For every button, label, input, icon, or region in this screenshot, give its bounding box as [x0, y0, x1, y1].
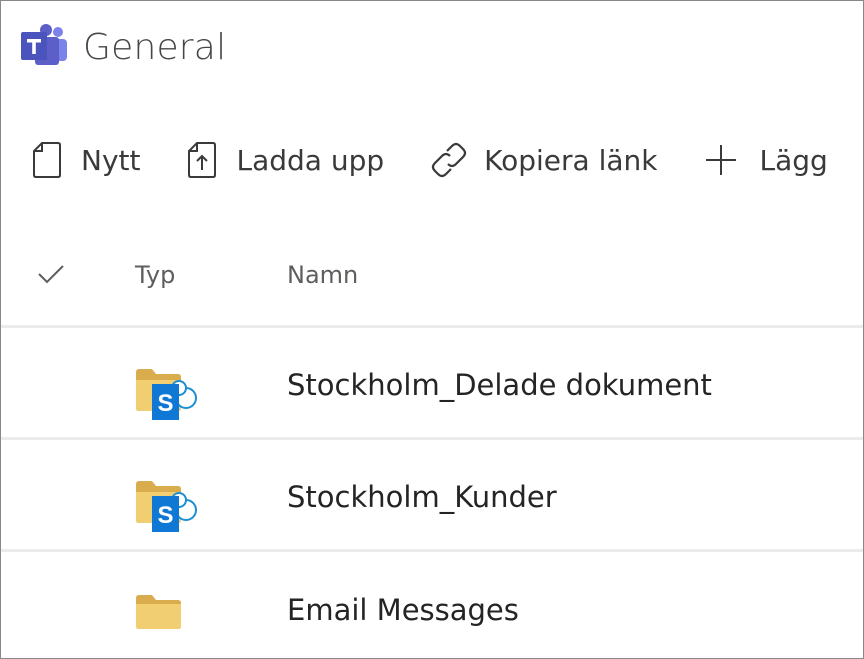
item-name[interactable]: Stockholm_Kunder — [287, 480, 557, 514]
folder-icon — [136, 595, 181, 629]
item-name[interactable]: Stockholm_Delade dokument — [287, 368, 712, 402]
link-icon — [430, 140, 468, 180]
channel-header: General — [19, 21, 226, 73]
list-item[interactable]: S Stockholm_Delade dokument — [1, 328, 863, 436]
copy-link-button-label: Kopiera länk — [484, 143, 658, 177]
column-header-row: Typ Namn — [1, 249, 863, 303]
svg-text:S: S — [157, 502, 173, 529]
upload-button[interactable]: Ladda upp — [186, 140, 384, 180]
add-button-label: Lägg — [759, 143, 828, 177]
sharepoint-folder-icon: S — [136, 369, 197, 420]
page-title: General — [83, 26, 227, 68]
upload-icon — [186, 140, 218, 180]
item-name[interactable]: Email Messages — [287, 593, 519, 627]
plus-icon — [704, 140, 738, 180]
command-bar: Nytt Ladda upp Kopiera länk Lägg — [31, 137, 863, 183]
new-button[interactable]: Nytt — [31, 140, 140, 180]
sharepoint-folder-icon: S — [136, 481, 197, 532]
upload-button-label: Ladda upp — [236, 143, 385, 177]
select-all-checkmark-icon[interactable] — [37, 263, 65, 285]
new-button-label: Nytt — [81, 143, 141, 177]
files-pane: General Nytt Ladda upp Kopiera länk Lägg… — [0, 0, 864, 659]
copy-link-button[interactable]: Kopiera länk — [430, 140, 658, 180]
list-item[interactable]: Email Messages — [1, 552, 863, 658]
column-header-type[interactable]: Typ — [135, 261, 175, 289]
add-button[interactable]: Lägg — [704, 140, 828, 180]
new-document-icon — [31, 140, 63, 180]
column-header-name[interactable]: Namn — [287, 261, 358, 289]
list-item[interactable]: S Stockholm_Kunder — [1, 440, 863, 548]
svg-text:S: S — [157, 390, 173, 417]
teams-logo-icon — [21, 24, 67, 65]
